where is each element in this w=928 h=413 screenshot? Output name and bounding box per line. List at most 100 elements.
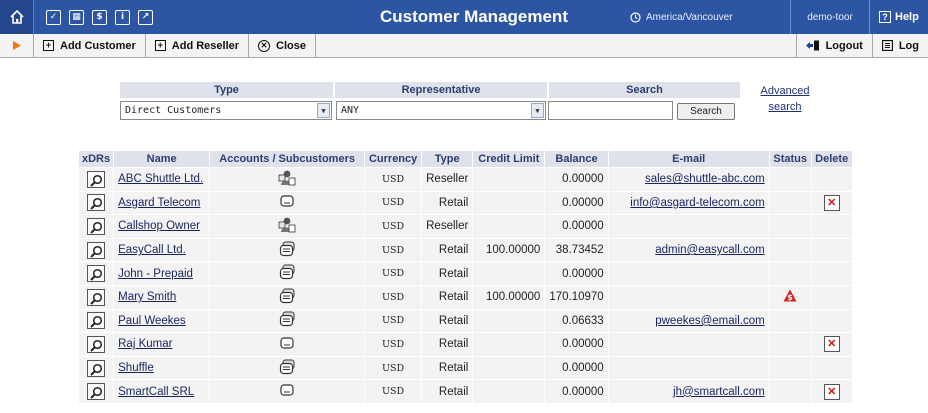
column-header-accounts: Accounts / Subcustomers bbox=[209, 150, 366, 168]
customer-name-link[interactable]: John - Prepaid bbox=[118, 268, 193, 280]
currency-cell: USD bbox=[364, 308, 423, 334]
customer-name-link[interactable]: Mary Smith bbox=[118, 291, 176, 303]
add-reseller-label: Add Reseller bbox=[171, 39, 240, 52]
delete-cell bbox=[810, 167, 853, 192]
credit-limit-cell bbox=[472, 332, 546, 357]
operator-icon[interactable] bbox=[278, 169, 296, 190]
view-xdrs-button[interactable] bbox=[87, 383, 106, 401]
currency-cell: USD bbox=[364, 214, 423, 239]
timezone-indicator[interactable]: America/Vancouver bbox=[630, 0, 790, 34]
phone-icon[interactable] bbox=[279, 194, 295, 211]
advanced-search-link[interactable]: Advanced search bbox=[755, 83, 815, 115]
chart-icon[interactable]: ↗ bbox=[138, 9, 153, 25]
accounts-cell bbox=[209, 379, 366, 404]
credit-limit-cell bbox=[472, 355, 546, 381]
status-cell: $ bbox=[768, 284, 812, 310]
help-link[interactable]: ? Help bbox=[873, 0, 928, 34]
email-link[interactable]: sales@shuttle-abc.com bbox=[645, 173, 765, 185]
search-input[interactable] bbox=[548, 101, 673, 120]
email-cell bbox=[607, 284, 770, 310]
phones-icon[interactable] bbox=[279, 359, 296, 378]
xdrs-cell bbox=[77, 167, 115, 192]
xdrs-cell bbox=[77, 261, 115, 286]
view-xdrs-button[interactable] bbox=[87, 194, 106, 212]
email-link[interactable]: pweekes@email.com bbox=[655, 315, 764, 327]
operator-icon[interactable] bbox=[278, 216, 296, 237]
user-name[interactable]: demo-toor bbox=[790, 0, 870, 34]
credit-limit-cell bbox=[472, 308, 546, 334]
credit-limit-cell: 100.00000 bbox=[472, 284, 546, 310]
info-icon[interactable]: i bbox=[115, 9, 130, 25]
customer-name-link[interactable]: ABC Shuttle Ltd. bbox=[118, 173, 203, 185]
type-select[interactable]: Direct Customers ▼ bbox=[120, 101, 332, 120]
close-button[interactable]: ✕ Close bbox=[249, 34, 316, 57]
currency-cell: USD bbox=[364, 332, 423, 357]
log-button[interactable]: Log bbox=[871, 34, 928, 57]
currency-cell: USD bbox=[364, 379, 423, 404]
view-xdrs-button[interactable] bbox=[87, 265, 106, 283]
email-link[interactable]: jh@smartcall.com bbox=[673, 386, 765, 398]
xdrs-cell bbox=[77, 308, 115, 334]
phones-icon[interactable] bbox=[279, 241, 296, 260]
log-icon bbox=[881, 40, 893, 51]
view-xdrs-button[interactable] bbox=[87, 288, 106, 306]
add-customer-button[interactable]: + Add Customer bbox=[34, 34, 146, 57]
dollar-icon[interactable]: $ bbox=[92, 9, 107, 25]
view-xdrs-button[interactable] bbox=[87, 170, 106, 188]
advanced-search-line1: Advanced bbox=[760, 85, 810, 97]
customer-name-link[interactable]: Asgard Telecom bbox=[118, 197, 200, 209]
customer-name-link[interactable]: SmartCall SRL bbox=[118, 386, 194, 398]
customer-name-link[interactable]: Raj Kumar bbox=[118, 338, 172, 350]
grid-icon[interactable]: ▦ bbox=[69, 9, 84, 25]
customer-name-link[interactable]: EasyCall Ltd. bbox=[118, 244, 186, 256]
view-xdrs-button[interactable] bbox=[87, 217, 106, 235]
add-reseller-button[interactable]: + Add Reseller bbox=[146, 34, 250, 57]
column-header-xdrs: xDRs bbox=[77, 150, 115, 168]
view-xdrs-button[interactable] bbox=[87, 359, 106, 377]
phones-icon[interactable] bbox=[279, 311, 296, 330]
logout-button[interactable]: Logout bbox=[795, 34, 872, 57]
column-header-currency: Currency bbox=[364, 150, 423, 168]
email-cell bbox=[607, 214, 770, 239]
view-xdrs-button[interactable] bbox=[87, 312, 106, 330]
view-xdrs-button[interactable] bbox=[87, 335, 106, 353]
customer-name-link[interactable]: Callshop Owner bbox=[118, 220, 200, 232]
customer-name-link[interactable]: Paul Weekes bbox=[118, 315, 186, 327]
table-row: Paul Weekes USD Retail 0.06633 pweekes@email… bbox=[77, 308, 853, 334]
add-customer-label: Add Customer bbox=[60, 39, 136, 52]
table-row: Callshop Owner USD Reseller 0.00000 bbox=[77, 214, 853, 239]
balance-cell: 0.00000 bbox=[544, 261, 609, 286]
checklist-icon[interactable]: ✓ bbox=[46, 9, 61, 25]
column-header-type: Type bbox=[421, 150, 474, 168]
svg-text:$: $ bbox=[787, 293, 793, 302]
help-label: Help bbox=[895, 11, 919, 23]
status-cell bbox=[768, 355, 812, 381]
email-link[interactable]: admin@easycall.com bbox=[655, 244, 764, 256]
column-header-email: E-mail bbox=[607, 150, 770, 168]
log-label: Log bbox=[898, 39, 919, 52]
phone-icon[interactable] bbox=[279, 336, 295, 353]
home-button[interactable] bbox=[0, 0, 34, 34]
delete-icon[interactable]: ✕ bbox=[823, 336, 840, 353]
xdrs-cell bbox=[77, 284, 115, 310]
menu-arrow-button[interactable] bbox=[0, 34, 34, 57]
delete-cell bbox=[810, 261, 853, 286]
email-link[interactable]: info@asgard-telecom.com bbox=[630, 197, 764, 209]
search-button[interactable]: Search bbox=[677, 103, 735, 120]
balance-cell: 0.00000 bbox=[544, 214, 609, 239]
phone-icon[interactable] bbox=[279, 383, 295, 400]
column-header-name: Name bbox=[113, 150, 211, 168]
chevron-down-icon: ▼ bbox=[531, 103, 544, 118]
column-header-status: Status bbox=[768, 150, 812, 168]
plus-box-icon: + bbox=[154, 40, 166, 51]
representative-select[interactable]: ANY ▼ bbox=[336, 101, 546, 120]
table-body: ABC Shuttle Ltd. USD Reseller 0.00000 sales@… bbox=[77, 167, 853, 404]
balance-cell: 170.10970 bbox=[544, 284, 609, 310]
delete-icon[interactable]: ✕ bbox=[823, 383, 840, 400]
customer-name-link[interactable]: Shuffle bbox=[118, 362, 154, 374]
phones-icon[interactable] bbox=[279, 264, 296, 283]
phones-icon[interactable] bbox=[279, 288, 296, 307]
delete-icon[interactable]: ✕ bbox=[823, 194, 840, 211]
view-xdrs-button[interactable] bbox=[87, 241, 106, 259]
advanced-search-line2: search bbox=[768, 101, 802, 113]
